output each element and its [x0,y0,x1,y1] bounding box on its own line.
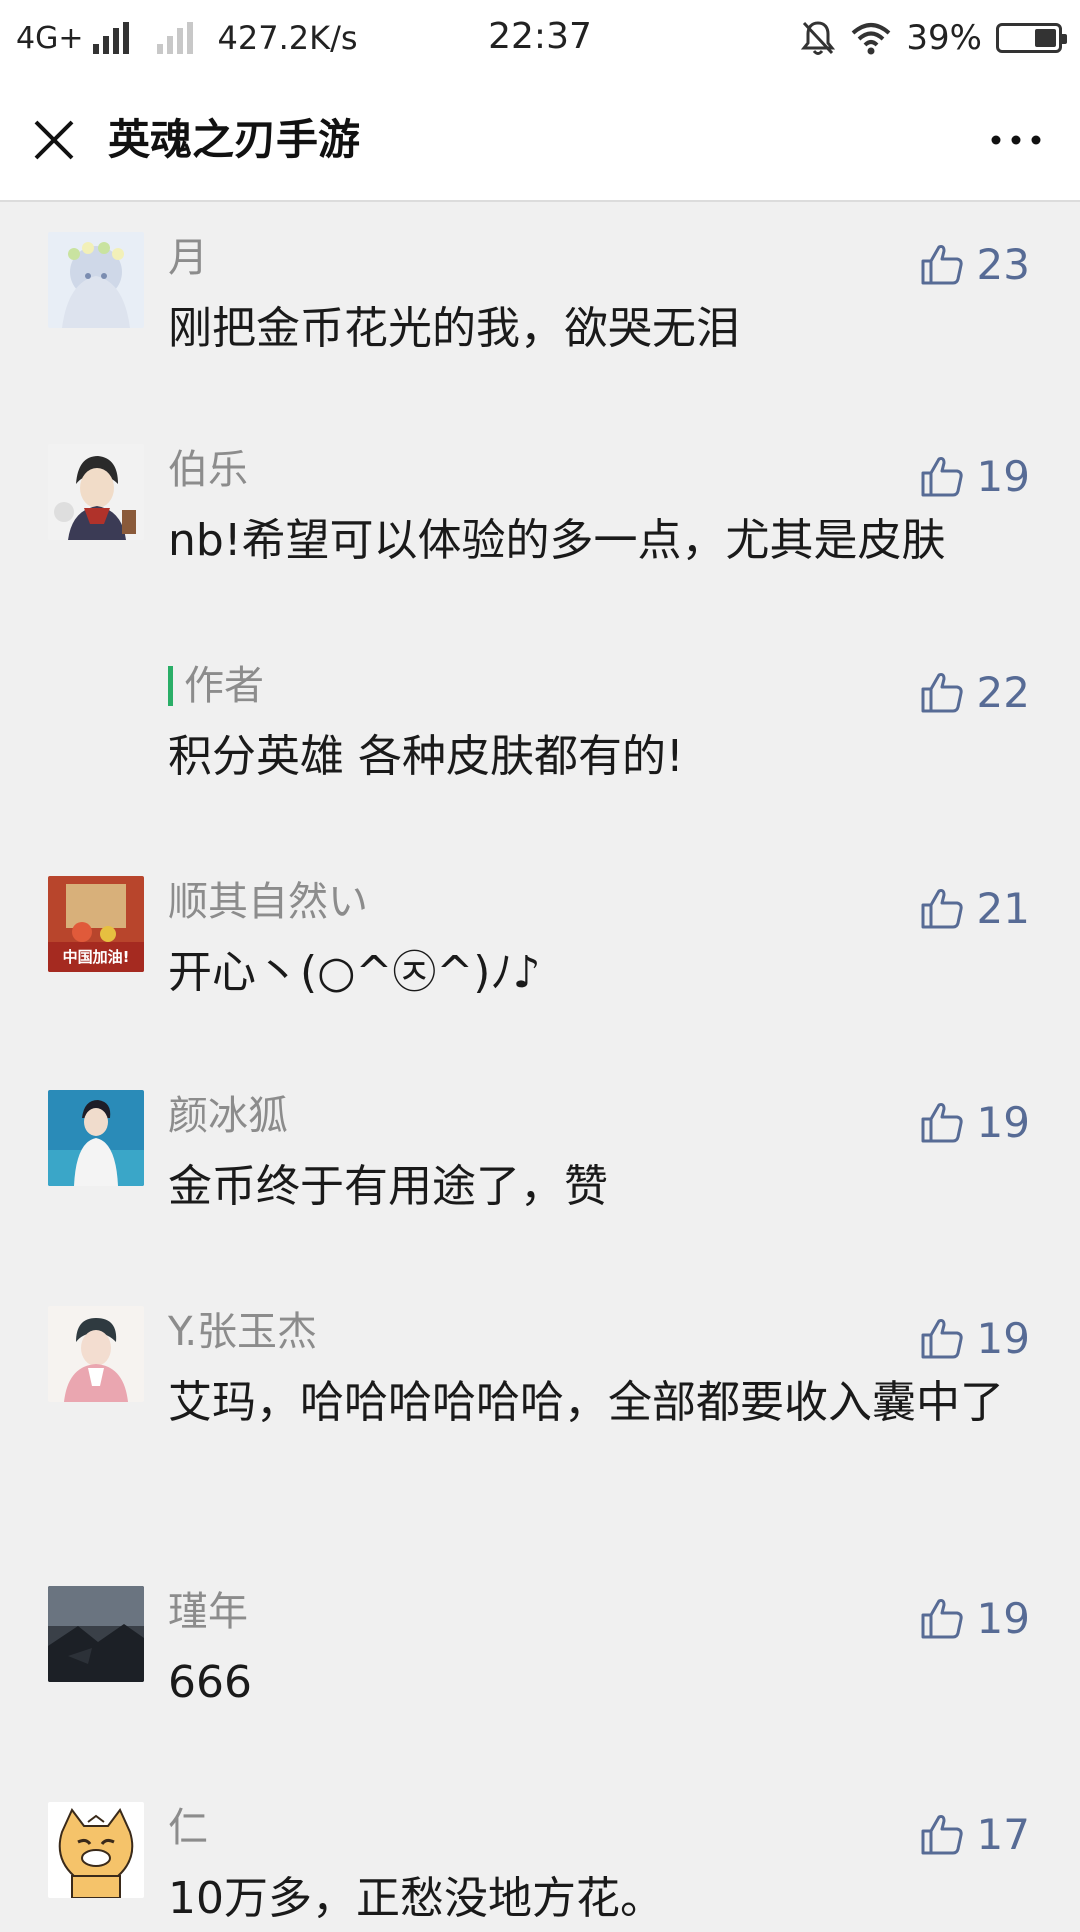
reply-text: 积分英雄 各种皮肤都有的! [168,731,684,782]
like-button[interactable]: 19 [919,1312,1030,1364]
comment-text: 开心丶(○^㉨^)ﾉ♪ [168,947,541,998]
like-count: 21 [976,883,1030,933]
comment-text: nb!希望可以体验的多一点，尤其是皮肤 [168,515,946,566]
like-button[interactable]: 19 [919,1592,1030,1644]
comment-text: 10万多，正愁没地方花。 [168,1873,664,1924]
close-icon[interactable] [26,112,82,168]
like-button[interactable]: 19 [919,1096,1030,1148]
like-button[interactable]: 23 [919,238,1030,290]
thumbs-up-icon [921,1599,963,1639]
username[interactable]: 伯乐 [168,444,248,496]
like-count: 22 [976,667,1030,717]
avatar[interactable]: 中国加油! [48,876,144,972]
thumbs-up-icon [921,1103,963,1143]
like-count: 17 [976,1809,1030,1859]
username[interactable]: 颜冰狐 [168,1090,288,1142]
avatar[interactable] [48,444,144,540]
username[interactable]: 顺其自然い [168,876,368,928]
avatar[interactable] [48,1586,144,1682]
mute-bell-icon [801,21,836,55]
comment-text: 刚把金币花光的我，欲哭无泪 [168,303,740,354]
avatar[interactable] [48,1306,144,1402]
title-bar: 英魂之刃手游 [0,76,1080,202]
username[interactable]: 月 [168,232,208,284]
thumbs-up-icon [921,245,963,285]
like-count: 19 [976,1097,1030,1147]
username[interactable]: 仁 [168,1802,208,1854]
username[interactable]: Y.张玉杰 [168,1306,317,1358]
thumbs-up-icon [921,1815,963,1855]
status-bar: 4G+ 427.2K/s 22:37 39% [0,0,1080,76]
avatar-caption: 中国加油! [63,948,130,966]
thumbs-up-icon [921,457,963,497]
battery-percent: 39% [906,18,982,58]
comment-text: 艾玛，哈哈哈哈哈哈，全部都要收入囊中了 [168,1377,1004,1428]
thumbs-up-icon [921,1319,963,1359]
like-count: 19 [976,1313,1030,1363]
like-count: 23 [976,239,1030,289]
battery-icon [996,23,1067,53]
thumbs-up-icon [921,673,963,713]
author-label: 作者 [168,660,264,712]
more-options-icon[interactable] [984,118,1048,162]
like-button[interactable]: 19 [919,450,1030,502]
page-title: 英魂之刃手游 [108,115,361,164]
like-count: 19 [976,451,1030,501]
wifi-icon [852,23,891,55]
like-count: 19 [976,1593,1030,1643]
like-button[interactable]: 21 [919,882,1030,934]
avatar[interactable] [48,1802,144,1898]
like-button[interactable]: 22 [919,666,1030,718]
avatar[interactable] [48,1090,144,1186]
username[interactable]: 瑾年 [168,1586,248,1638]
comment-text: 金币终于有用途了，赞 [168,1161,608,1212]
comment-text: 666 [168,1657,252,1708]
thumbs-up-icon [921,889,963,929]
like-button[interactable]: 17 [919,1808,1030,1860]
avatar[interactable] [48,232,144,328]
